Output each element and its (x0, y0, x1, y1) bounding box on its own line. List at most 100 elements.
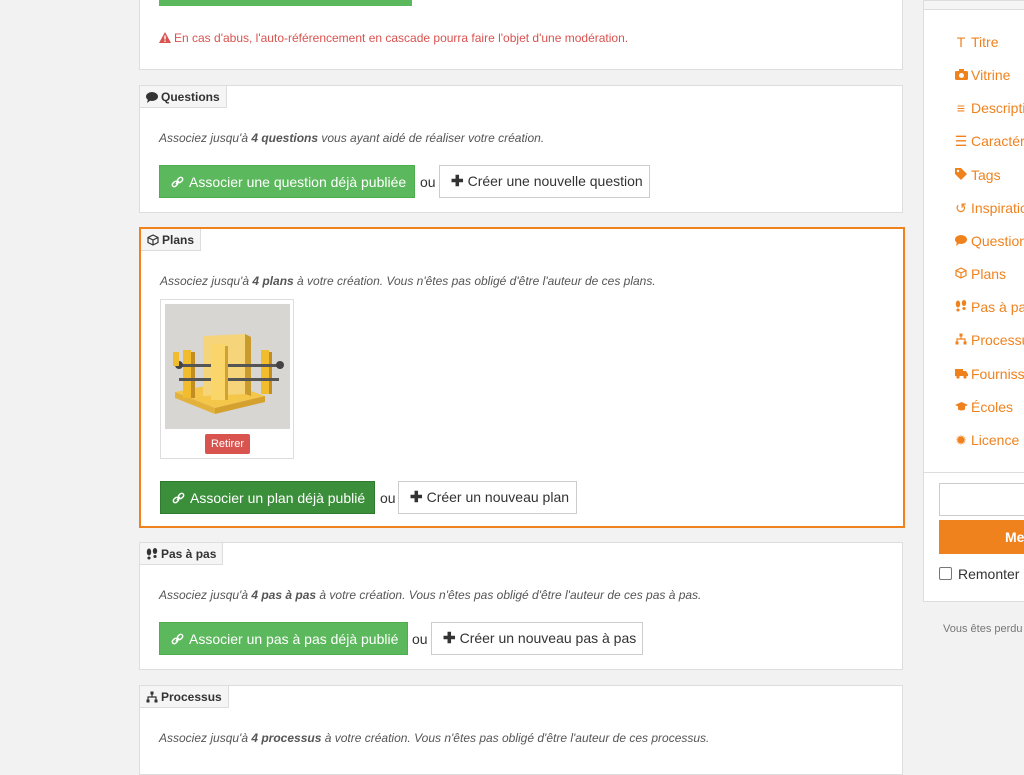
or-label: ou (420, 174, 436, 190)
sidebar-item-caracteristiques[interactable]: ☰ Caractér (954, 133, 1024, 150)
pas-a-pas-desc-bold: 4 pas à pas (251, 588, 317, 602)
sidebar-item-licence[interactable]: ✹ Licence (954, 432, 1019, 449)
link-icon (172, 492, 185, 504)
plans-desc-post: à votre création. Vous n'êtes pas obligé… (293, 274, 656, 288)
associate-question-button[interactable]: Associer une question déjà publiée (159, 165, 415, 198)
graduation-cap-icon (954, 399, 968, 415)
plans-section: Plans Associez jusqu'à 4 plans à votre c… (139, 227, 905, 528)
associate-plan-button[interactable]: Associer un plan déjà publié (160, 481, 375, 514)
plan-thumbnail[interactable] (165, 304, 290, 429)
submit-button[interactable]: Me (939, 520, 1024, 554)
create-pas-a-pas-button[interactable]: ✚ Créer un nouveau pas à pas (431, 622, 643, 655)
sidebar-item-processus[interactable]: Processu (954, 332, 1024, 348)
remonter-checkbox[interactable] (939, 567, 952, 580)
processus-desc-post: à votre création. Vous n'êtes pas obligé… (321, 731, 710, 745)
sitemap-icon (146, 691, 158, 703)
pas-a-pas-section: Pas à pas Associez jusqu'à 4 pas à pas à… (139, 542, 903, 670)
plus-icon: ✚ (443, 630, 456, 647)
sidebar-item-label: Descripti (971, 100, 1024, 116)
pas-a-pas-desc-post: à votre création. Vous n'êtes pas obligé… (316, 588, 702, 602)
list-icon: ☰ (954, 133, 968, 149)
remove-plan-button[interactable]: Retirer (205, 434, 250, 454)
sidebar-item-vitrine[interactable]: Vitrine (954, 67, 1010, 83)
speech-bubble-icon (954, 233, 968, 249)
create-plan-button[interactable]: ✚ Créer un nouveau plan (398, 481, 577, 514)
speech-bubble-icon (146, 92, 158, 103)
associate-pas-a-pas-label: Associer un pas à pas déjà publié (189, 631, 399, 647)
questions-desc-pre: Associez jusqu'à (159, 131, 252, 145)
link-icon (171, 633, 184, 645)
section-nav-sidebar: T Titre Vitrine ≡ Descripti ☰ Caractér Tags… (923, 0, 1024, 602)
pas-a-pas-tab: Pas à pas (140, 543, 224, 565)
sidebar-item-label: Tags (971, 167, 1001, 183)
sidebar-item-label: Pas à pa (971, 299, 1024, 315)
questions-tab-label: Questions (161, 90, 220, 104)
plus-icon: ✚ (451, 173, 464, 190)
cube-icon (954, 266, 968, 282)
previous-action-button[interactable] (159, 0, 412, 6)
sidebar-item-description[interactable]: ≡ Descripti (954, 100, 1024, 116)
processus-tab-label: Processus (161, 690, 222, 704)
questions-tab: Questions (140, 86, 227, 108)
plan-card: Retirer (160, 299, 294, 459)
sidebar-item-questions[interactable]: Question (954, 233, 1024, 249)
sidebar-item-titre[interactable]: T Titre (954, 34, 999, 50)
sidebar-item-tags[interactable]: Tags (954, 167, 1001, 183)
questions-desc-bold: 4 questions (251, 131, 319, 145)
footsteps-icon (954, 299, 968, 315)
create-question-button[interactable]: ✚ Créer une nouvelle question (439, 165, 650, 198)
title-icon: T (956, 34, 966, 50)
plans-desc-pre: Associez jusqu'à (160, 274, 253, 288)
remonter-label: Remonter l (958, 566, 1024, 582)
woodworking-bench-image (165, 304, 290, 429)
sidebar-item-label: Fourniss (971, 366, 1024, 382)
questions-desc-post: vous ayant aidé de réaliser votre créati… (318, 131, 545, 145)
sidebar-item-plans[interactable]: Plans (954, 266, 1006, 282)
plans-description: Associez jusqu'à 4 plans à votre créatio… (160, 274, 656, 288)
sidebar-item-label: Processu (971, 332, 1024, 348)
create-pas-a-pas-label: Créer un nouveau pas à pas (459, 630, 637, 646)
plans-desc-bold: 4 plans (252, 274, 294, 288)
sidebar-item-label: Licence (971, 432, 1020, 448)
sidebar-header-strip (924, 1, 1024, 10)
link-icon (171, 176, 184, 188)
sidebar-item-label: Vitrine (971, 67, 1011, 83)
sidebar-item-fournisseurs[interactable]: Fourniss (954, 366, 1024, 382)
or-label: ou (380, 490, 396, 506)
or-label: ou (412, 631, 428, 647)
processus-tab: Processus (140, 686, 229, 708)
sidebar-input[interactable] (939, 483, 1024, 516)
truck-icon (954, 366, 968, 382)
help-status-text: Vous êtes perdu (943, 623, 1023, 635)
paragraph-icon: ≡ (956, 100, 966, 116)
plans-tab-label: Plans (162, 233, 195, 247)
questions-description: Associez jusqu'à 4 questions vous ayant … (159, 131, 544, 145)
questions-section: Questions Associez jusqu'à 4 questions v… (139, 85, 903, 213)
cascade-warning: En cas d'abus, l'auto-référencement en c… (159, 31, 628, 45)
processus-description: Associez jusqu'à 4 processus à votre cré… (159, 731, 709, 745)
warning-text: En cas d'abus, l'auto-référencement en c… (174, 31, 629, 45)
create-question-label: Créer une nouvelle question (467, 173, 643, 189)
sidebar-item-label: Question (971, 233, 1024, 249)
sidebar-item-label: Écoles (971, 399, 1014, 415)
sidebar-item-inspiration[interactable]: ↺ Inspiratio (954, 200, 1024, 217)
cascade-warning-panel: En cas d'abus, l'auto-référencement en c… (139, 0, 903, 70)
associate-pas-a-pas-button[interactable]: Associer un pas à pas déjà publié (159, 622, 408, 655)
pas-a-pas-desc-pre: Associez jusqu'à (159, 588, 252, 602)
create-plan-label: Créer un nouveau plan (426, 489, 570, 505)
cube-icon (147, 234, 159, 246)
associate-plan-label: Associer un plan déjà publié (190, 490, 366, 506)
pas-a-pas-tab-label: Pas à pas (161, 547, 217, 561)
remonter-option[interactable]: Remonter l (939, 566, 1024, 582)
sitemap-icon (954, 332, 968, 348)
sidebar-item-label: Inspiratio (971, 200, 1024, 216)
plans-tab: Plans (141, 229, 202, 251)
camera-icon (954, 67, 968, 83)
processus-desc-pre: Associez jusqu'à (159, 731, 252, 745)
sidebar-item-ecoles[interactable]: Écoles (954, 399, 1013, 415)
plus-icon: ✚ (410, 489, 423, 506)
sidebar-item-pas-a-pas[interactable]: Pas à pa (954, 299, 1024, 315)
sidebar-divider (924, 472, 1024, 473)
pas-a-pas-description: Associez jusqu'à 4 pas à pas à votre cré… (159, 588, 701, 602)
sidebar-item-label: Titre (971, 34, 999, 50)
